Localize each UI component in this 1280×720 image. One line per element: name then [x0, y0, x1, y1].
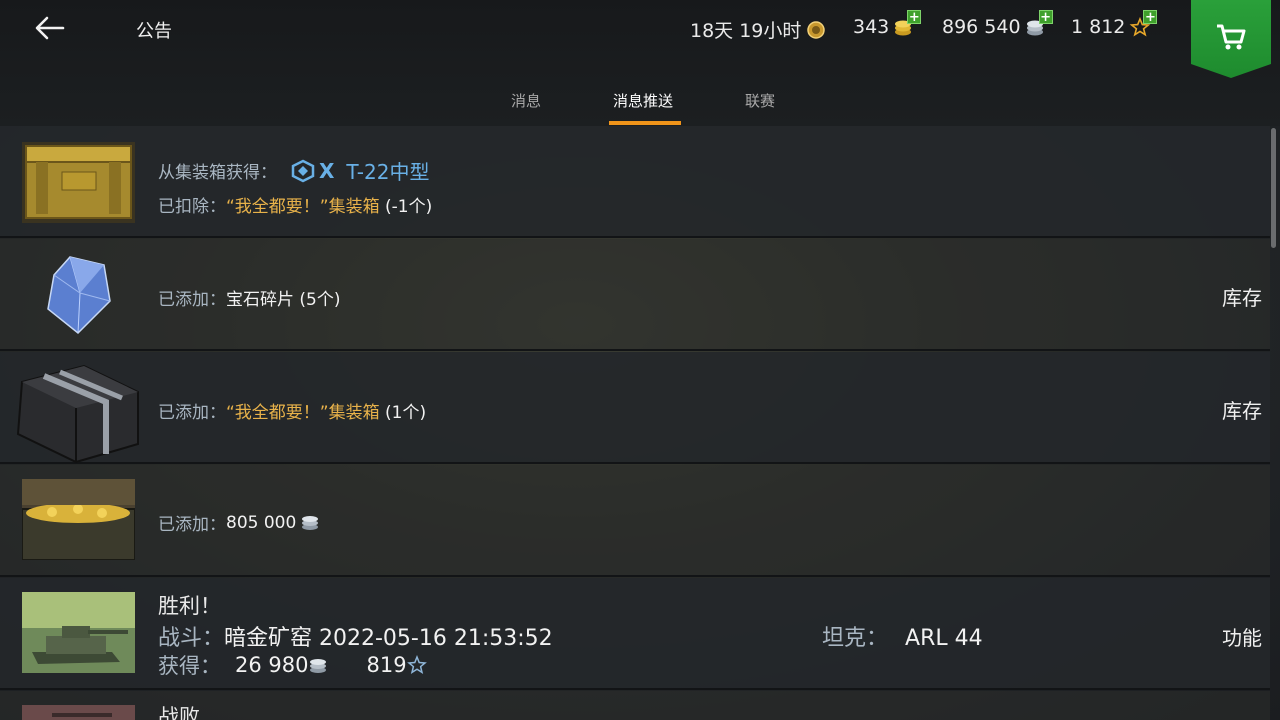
free-xp-star-icon: + [1129, 10, 1158, 38]
container-name: “我全都要！”集装箱 [226, 197, 380, 217]
add-xp-icon[interactable]: + [1143, 10, 1158, 24]
silver-credits-icon [300, 514, 320, 532]
credits-value: 896 540 [942, 16, 1021, 38]
tab-league[interactable]: 联赛 [745, 90, 775, 111]
item-count: (5个) [299, 290, 341, 310]
tank-battle-image [22, 592, 135, 673]
tab-bar: 消息 消息推送 联赛 [0, 86, 1280, 126]
added-label: 已添加： [158, 403, 226, 423]
silver-credits-icon [308, 656, 328, 674]
message-line-deducted: 已扣除：“我全都要！”集装箱 (-1个) [158, 192, 432, 217]
gold-balance[interactable]: 343 + [853, 10, 922, 38]
added-label: 已添加： [158, 515, 226, 535]
premium-timer-icon [805, 19, 827, 41]
dark-container-image [14, 352, 140, 464]
active-tab-indicator [609, 121, 681, 125]
tank-info-line: 坦克： ARL 44 [822, 620, 983, 652]
message-line-obtained: 从集装箱获得： X T-22中型 [158, 156, 429, 185]
scrollbar[interactable] [1271, 128, 1276, 248]
battle-result-title: 胜利！ [158, 594, 221, 618]
earned-line: 获得： 26 980 819 [158, 650, 427, 680]
message-line-added: 已添加： 805 000 [158, 510, 320, 535]
free-xp-value: 1 812 [1071, 16, 1126, 38]
list-item[interactable]: 已添加：宝石碎片 (5个) 库存 [0, 239, 1270, 351]
battle-info-line: 战斗：暗金矿窑 2022-05-16 21:53:52 [158, 620, 553, 652]
message-line-added: 已添加：“我全都要！”集装箱 (1个) [158, 398, 426, 423]
credits-balance[interactable]: 896 540 + [942, 10, 1053, 38]
gold-container-image [22, 142, 135, 223]
battle-result-title: 战败 [158, 705, 200, 720]
item-count: (-1个) [385, 197, 433, 217]
back-button[interactable] [30, 10, 70, 46]
gem-name: 宝石碎片 [226, 290, 294, 310]
premium-account-timer[interactable]: 18天 19小时 [690, 16, 827, 43]
inventory-button[interactable]: 库存 [1222, 282, 1262, 311]
inventory-button[interactable]: 库存 [1222, 395, 1262, 424]
message-line-added: 已添加：宝石碎片 (5个) [158, 285, 341, 310]
xp-star-icon [406, 654, 427, 675]
list-item[interactable]: 胜利！ 战斗：暗金矿窑 2022-05-16 21:53:52 坦克： ARL … [0, 578, 1270, 690]
shop-button[interactable] [1191, 0, 1271, 78]
tab-push-messages[interactable]: 消息推送 [613, 90, 673, 111]
gold-coins-icon: + [893, 10, 922, 38]
shopping-cart-icon [1217, 24, 1246, 50]
premium-time-value: 18天 19小时 [690, 20, 802, 42]
battle-value: 暗金矿窑 2022-05-16 21:53:52 [224, 626, 553, 651]
tank-tier: X [319, 158, 335, 183]
credits-amount: 805 000 [226, 512, 297, 533]
back-arrow-icon [35, 16, 65, 40]
earned-label: 获得： [158, 654, 221, 678]
gem-shard-image [40, 253, 116, 337]
add-gold-icon[interactable]: + [907, 10, 922, 24]
tank-label: 坦克： [822, 626, 889, 651]
top-bar: 公告 18天 19小时 343 + 896 540 + 1 812 + 消息 消… [0, 0, 1280, 126]
list-item[interactable]: 已添加： 805 000 [0, 465, 1270, 577]
list-item[interactable]: 战败 [0, 691, 1270, 720]
function-button[interactable]: 功能 [1222, 622, 1262, 651]
free-xp-balance[interactable]: 1 812 + [1071, 10, 1158, 38]
earned-credits: 26 980 [235, 653, 309, 677]
list-item[interactable]: 从集装箱获得： X T-22中型 已扣除：“我全都要！”集装箱 (-1个) [0, 126, 1270, 238]
deducted-label: 已扣除： [158, 197, 226, 217]
container-name: “我全都要！”集装箱 [226, 403, 380, 423]
message-list[interactable]: 从集装箱获得： X T-22中型 已扣除：“我全都要！”集装箱 (-1个) 已添… [0, 126, 1270, 720]
tank-name: T-22中型 [346, 160, 430, 184]
earned-xp: 819 [366, 653, 407, 677]
item-count: (1个) [385, 403, 427, 423]
add-credits-icon[interactable]: + [1038, 10, 1053, 24]
tank-value: ARL 44 [905, 626, 983, 651]
list-item[interactable]: 已添加：“我全都要！”集装箱 (1个) 库存 [0, 352, 1270, 464]
added-label: 已添加： [158, 290, 226, 310]
credits-chest-image [22, 479, 135, 560]
page-title: 公告 [136, 21, 172, 42]
gold-value: 343 [853, 16, 890, 38]
silver-credits-icon: + [1025, 10, 1053, 38]
tab-messages[interactable]: 消息 [511, 90, 541, 111]
battle-label: 战斗： [158, 626, 225, 651]
tank-battle-image [22, 705, 135, 720]
tier-emblem-icon [289, 159, 317, 183]
obtained-label: 从集装箱获得： [158, 163, 277, 183]
